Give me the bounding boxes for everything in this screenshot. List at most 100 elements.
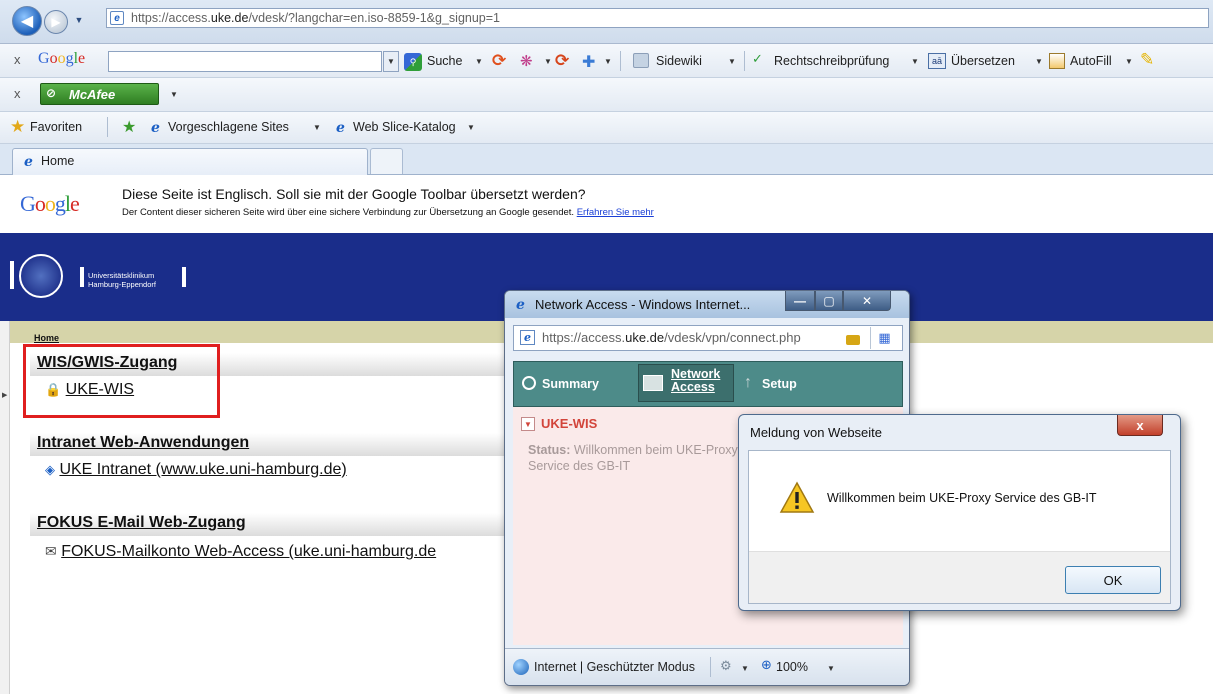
translate-notification: Google Diese Seite ist Englisch. Soll si… bbox=[0, 175, 1213, 231]
chevron-down-icon[interactable]: ▼ bbox=[728, 57, 736, 66]
internet-zone-icon bbox=[513, 659, 529, 675]
nav-network-access-label: Network Access bbox=[671, 368, 720, 394]
learn-more-link[interactable]: Erfahren Sie mehr bbox=[577, 207, 654, 218]
ok-button[interactable]: OK bbox=[1065, 566, 1161, 594]
history-dropdown-icon[interactable]: ▼ bbox=[72, 13, 86, 27]
zone-status: Internet | Geschützter Modus bbox=[534, 660, 695, 674]
resource-uke-intranet[interactable]: ◈ UKE Intranet (www.uke.uni-hamburg.de) bbox=[45, 461, 347, 479]
chevron-down-icon[interactable]: ▼ bbox=[313, 123, 321, 132]
chevron-down-icon: ▼ bbox=[387, 57, 395, 66]
minimize-icon[interactable]: — bbox=[785, 291, 815, 311]
google-search-input[interactable] bbox=[108, 51, 382, 72]
favorites-button[interactable]: Favoriten bbox=[30, 120, 82, 134]
suggested-sites-button[interactable]: Vorgeschlagene Sites bbox=[168, 120, 289, 134]
close-icon[interactable]: ✕ bbox=[843, 291, 891, 311]
forward-arrow-icon[interactable]: ▶ bbox=[44, 10, 68, 34]
protected-mode-icon[interactable]: ⚙ bbox=[720, 658, 732, 674]
autofill-button[interactable]: AutoFill bbox=[1070, 54, 1112, 68]
translate-button[interactable]: Übersetzen bbox=[951, 54, 1015, 68]
google-logo: Google bbox=[20, 191, 80, 216]
vpn-status: Status: Willkommen beim UKE-Proxy bbox=[528, 443, 738, 457]
ie-page-icon: e bbox=[336, 119, 345, 136]
address-bar: ◀ ▶ ▼ e https://access.uke.de/vdesk/?lan… bbox=[0, 0, 1213, 44]
nav-summary[interactable]: Summary bbox=[542, 377, 599, 391]
setup-icon: ↑ bbox=[744, 374, 752, 391]
chevron-down-icon[interactable]: ▼ bbox=[475, 57, 483, 66]
close-icon[interactable]: x bbox=[1117, 415, 1163, 436]
popup-url-field[interactable]: e https://access.uke.de/vdesk/vpn/connec… bbox=[513, 325, 903, 351]
close-toolbar-icon[interactable]: x bbox=[14, 86, 21, 101]
ie-page-icon: e bbox=[516, 296, 525, 313]
search-button[interactable]: Suche bbox=[427, 54, 462, 68]
message-dialog: Meldung von Webseite x Willkommen beim U… bbox=[738, 414, 1181, 611]
mcafee-check-icon: ⊘ bbox=[46, 86, 57, 100]
google-search-icon[interactable]: ⚲ bbox=[404, 53, 422, 71]
brand-line2: Hamburg-Eppendorf bbox=[88, 280, 156, 289]
mcafee-label: McAfee bbox=[69, 87, 116, 102]
close-toolbar-icon[interactable]: x bbox=[14, 52, 21, 67]
mcafee-button[interactable]: ⊘ McAfee bbox=[40, 83, 159, 105]
popup-status-bar: Internet | Geschützter Modus ⚙ ▼ ⊕ 100% … bbox=[505, 648, 909, 685]
chevron-down-icon[interactable]: ▼ bbox=[741, 664, 749, 673]
separator bbox=[107, 117, 108, 137]
magnifier-icon bbox=[522, 376, 536, 390]
padlock-icon[interactable] bbox=[844, 329, 862, 347]
sidewiki-button[interactable]: Sidewiki bbox=[656, 54, 702, 68]
chevron-down-icon[interactable]: ▼ bbox=[170, 90, 178, 99]
web-slice-button[interactable]: Web Slice-Katalog bbox=[353, 120, 456, 134]
spellcheck-icon: ✓ bbox=[752, 51, 763, 66]
chevron-down-icon[interactable]: ▼ bbox=[1035, 57, 1043, 66]
plus-icon[interactable]: ✚ bbox=[582, 52, 595, 72]
chevron-down-icon[interactable]: ▼ bbox=[604, 57, 612, 66]
chevron-down-icon[interactable]: ▼ bbox=[827, 664, 835, 673]
chevron-down-icon[interactable]: ▼ bbox=[1125, 57, 1133, 66]
sidewiki-icon bbox=[633, 53, 649, 68]
collapse-icon[interactable]: ▼ bbox=[521, 417, 535, 431]
zoom-icon: ⊕ bbox=[761, 657, 772, 672]
status-label: Status: bbox=[528, 443, 571, 457]
tab-home[interactable]: e Home bbox=[12, 148, 368, 175]
translate-message: Diese Seite ist Englisch. Soll sie mit d… bbox=[122, 186, 586, 202]
dialog-close-label: x bbox=[1136, 417, 1144, 433]
spiral-icon[interactable]: ⟳ bbox=[555, 51, 569, 71]
nav-network-access[interactable]: Network Access bbox=[638, 364, 734, 402]
nav-setup[interactable]: Setup bbox=[762, 377, 797, 391]
dialog-title: Meldung von Webseite bbox=[750, 425, 883, 440]
brand-text: Universitätsklinikum Hamburg-Eppendorf bbox=[88, 271, 156, 289]
autofill-icon bbox=[1049, 53, 1065, 69]
university-seal-icon bbox=[19, 254, 63, 298]
pagerank-icon[interactable]: ⟳ bbox=[492, 51, 506, 71]
separator bbox=[710, 657, 711, 677]
translate-submessage: Der Content dieser sicheren Seite wird ü… bbox=[122, 207, 654, 218]
url-input[interactable]: e https://access.uke.de/vdesk/?langchar=… bbox=[106, 8, 1209, 28]
chevron-down-icon[interactable]: ▼ bbox=[467, 123, 475, 132]
compatibility-view-icon[interactable]: ▦ bbox=[870, 327, 898, 349]
resource-fokus-mail[interactable]: ✉ FOKUS-Mailkonto Web-Access (uke.uni-ha… bbox=[45, 543, 436, 561]
translate-sub-text: Der Content dieser sicheren Seite wird ü… bbox=[122, 207, 575, 218]
expand-arrow-icon[interactable]: ▶ bbox=[2, 391, 7, 399]
maximize-icon[interactable]: ▢ bbox=[815, 291, 843, 311]
chevron-down-icon[interactable]: ▼ bbox=[911, 57, 919, 66]
envelope-icon: ✉ bbox=[45, 543, 57, 559]
new-tab-button[interactable] bbox=[370, 148, 403, 174]
mcafee-toolbar: x ⊘ McAfee ▼ bbox=[0, 78, 1213, 112]
back-arrow-icon[interactable]: ◀ bbox=[12, 6, 42, 36]
dialog-footer: OK bbox=[749, 551, 1170, 603]
chevron-down-icon[interactable]: ▼ bbox=[544, 57, 552, 66]
bookmarks-icon[interactable]: ❋ bbox=[520, 52, 533, 70]
popup-url-host: uke.de bbox=[625, 330, 665, 345]
breadcrumb[interactable]: Home bbox=[34, 333, 59, 343]
google-toolbar-logo: Google bbox=[38, 50, 86, 67]
search-history-dropdown[interactable]: ▼ bbox=[383, 51, 399, 72]
spellcheck-button[interactable]: Rechtschreibprüfung bbox=[774, 54, 889, 68]
brand-bar bbox=[10, 261, 14, 289]
zoom-level[interactable]: 100% bbox=[776, 660, 808, 674]
resource-label: UKE Intranet (www.uke.uni-hamburg.de) bbox=[59, 461, 347, 478]
ie-page-icon: e bbox=[24, 153, 33, 170]
tab-home-label: Home bbox=[41, 154, 75, 168]
dialog-message: Willkommen beim UKE-Proxy Service des GB… bbox=[827, 491, 1097, 505]
add-favorite-icon[interactable]: ★ bbox=[122, 117, 136, 137]
status-text: Willkommen beim UKE-Proxy bbox=[573, 443, 738, 457]
status-text-2: Service des GB-IT bbox=[528, 459, 631, 473]
highlight-pen-icon[interactable]: ✎ bbox=[1140, 50, 1154, 70]
